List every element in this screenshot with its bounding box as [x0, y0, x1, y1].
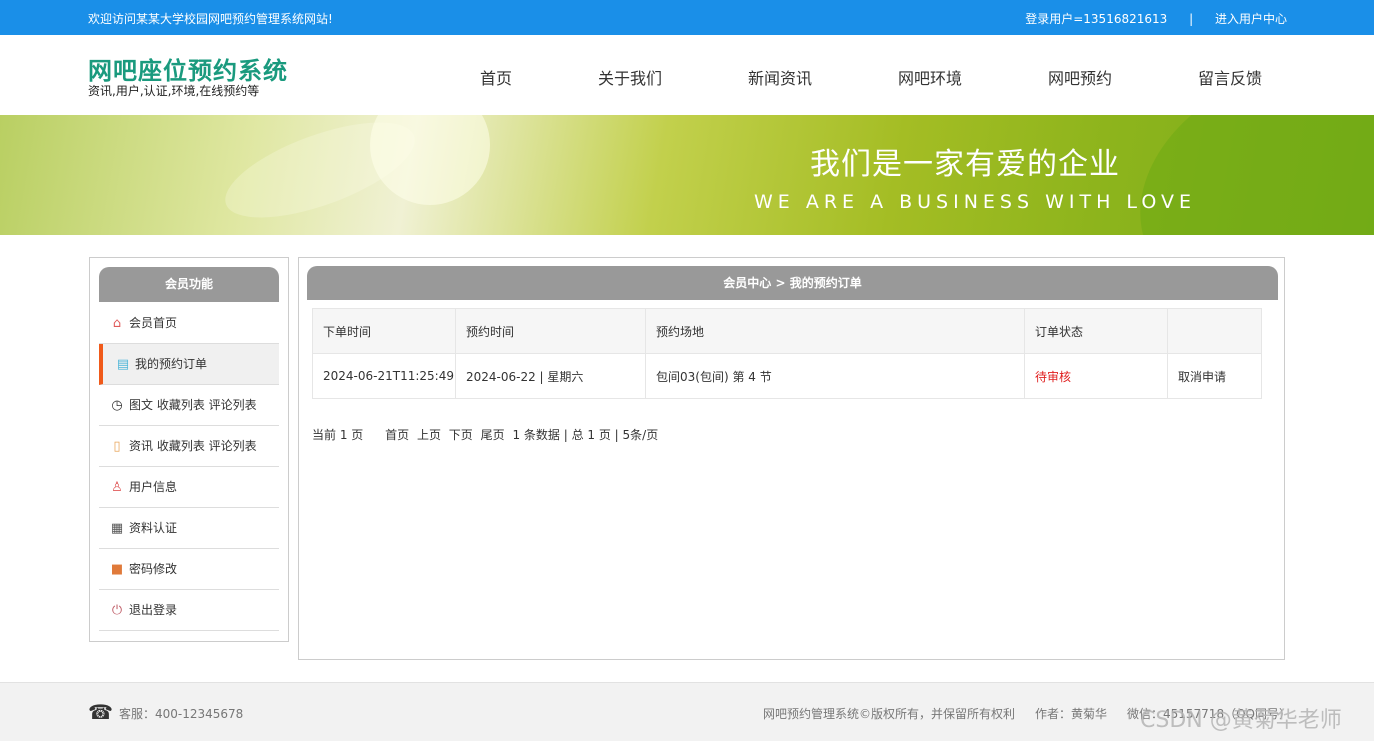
cancel-request-link[interactable]: 取消申请 — [1167, 353, 1262, 399]
pager-summary: 1 条数据 | 总 1 页 | 5条/页 — [512, 428, 659, 442]
sidebar-item-article-collections[interactable]: ◷ 图文 收藏列表 评论列表 — [99, 385, 279, 426]
nav-news[interactable]: 新闻资讯 — [748, 65, 812, 89]
table-header-row: 下单时间 预约时间 预约场地 订单状态 — [312, 308, 1262, 354]
venue-cell: 包间03(包间) 第 4 节 — [645, 353, 1025, 399]
top-right: 登录用户=13516821613 | 进入用户中心 — [1025, 10, 1287, 27]
sidebar-item-member-home[interactable]: ⌂ 会员首页 — [99, 303, 279, 344]
next-page-link[interactable]: 下页 — [449, 428, 473, 442]
lock-icon: ■ — [110, 562, 124, 577]
banner: 我们是一家有爱的企业 WE ARE A BUSINESS WITH LOVE — [0, 115, 1374, 235]
welcome-text: 欢迎访问某某大学校园网吧预约管理系统网站! — [88, 12, 333, 26]
last-page-link[interactable]: 尾页 — [481, 428, 505, 442]
service-phone: 客服：400-12345678 — [119, 707, 244, 721]
orders-table: 下单时间 预约时间 预约场地 订单状态 2024-06-21T11:25:49 … — [312, 308, 1262, 399]
grid-icon: ▦ — [110, 521, 124, 536]
sidebar-item-label: 图文 收藏列表 评论列表 — [129, 398, 257, 412]
document-icon: ▯ — [113, 439, 121, 454]
sidebar-title: 会员功能 — [99, 267, 279, 302]
pagination: 当前 1 页 首页 上页 下页 尾页 1 条数据 | 总 1 页 | 5条/页 — [312, 426, 662, 443]
first-page-link[interactable]: 首页 — [385, 428, 409, 442]
header: 网吧座位预约系统 资讯,用户,认证,环境,在线预约等 首页 关于我们 新闻资讯 … — [0, 35, 1374, 115]
sidebar-item-label: 退出登录 — [129, 603, 178, 617]
prev-page-link[interactable]: 上页 — [417, 428, 441, 442]
nav-booking[interactable]: 网吧预约 — [1048, 65, 1112, 89]
main-panel: 会员中心 > 我的预约订单 下单时间 预约时间 预约场地 订单状态 2024-0… — [298, 257, 1285, 660]
order-time-cell: 2024-06-21T11:25:49 — [312, 353, 456, 399]
status-badge: 待审核 — [1024, 353, 1168, 399]
separator: | — [1189, 12, 1194, 26]
sidebar-item-label: 我的预约订单 — [135, 357, 208, 371]
phone-icon: ☎ — [88, 700, 113, 724]
column-header — [1167, 308, 1262, 354]
column-header: 预约时间 — [455, 308, 646, 354]
watermark: CSDN @黄菊华老师 — [1140, 708, 1342, 733]
column-header: 预约场地 — [645, 308, 1025, 354]
banner-slogan-en: WE ARE A BUSINESS WITH LOVE — [754, 191, 1196, 213]
power-icon: ⏻ — [111, 603, 123, 618]
banner-bokeh — [370, 115, 490, 205]
banner-slogan-cn: 我们是一家有爱的企业 — [810, 147, 1120, 182]
nav-feedback[interactable]: 留言反馈 — [1198, 65, 1262, 89]
sidebar-item-logout[interactable]: ⏻ 退出登录 — [99, 590, 279, 631]
sidebar-item-verification[interactable]: ▦ 资料认证 — [99, 508, 279, 549]
nav-about[interactable]: 关于我们 — [598, 65, 662, 89]
sidebar-item-label: 资讯 收藏列表 评论列表 — [129, 439, 257, 453]
site-title[interactable]: 网吧座位预约系统 — [88, 51, 288, 86]
clipboard-icon: ▤ — [116, 357, 130, 372]
column-header: 下单时间 — [312, 308, 456, 354]
member-sidebar: 会员功能 ⌂ 会员首页 ▤ 我的预约订单 ◷ 图文 收藏列表 评论列表 ▯ 资讯 收藏列… — [89, 257, 289, 642]
copyright: 网吧预约管理系统©版权所有，并保留所有权利 — [763, 707, 1016, 721]
login-user-link[interactable]: 登录用户=13516821613 — [1025, 12, 1167, 26]
sidebar-item-label: 资料认证 — [129, 521, 178, 535]
user-center-link[interactable]: 进入用户中心 — [1215, 12, 1287, 26]
sidebar-item-change-password[interactable]: ■ 密码修改 — [99, 549, 279, 590]
sidebar-item-my-orders[interactable]: ▤ 我的预约订单 — [99, 344, 279, 385]
booking-time-cell: 2024-06-22 | 星期六 — [455, 353, 646, 399]
site-subtitle: 资讯,用户,认证,环境,在线预约等 — [88, 84, 260, 98]
home-icon: ⌂ — [112, 316, 122, 331]
sidebar-item-label: 会员首页 — [129, 316, 178, 330]
sidebar-item-label: 用户信息 — [129, 480, 178, 494]
author: 作者：黄菊华 — [1035, 707, 1108, 721]
nav-environment[interactable]: 网吧环境 — [898, 65, 962, 89]
nav-home[interactable]: 首页 — [480, 65, 512, 89]
column-header: 订单状态 — [1024, 308, 1168, 354]
banner-leaf — [1101, 115, 1374, 235]
table-row: 2024-06-21T11:25:49 2024-06-22 | 星期六 包间0… — [312, 353, 1262, 399]
sidebar-item-news-collections[interactable]: ▯ 资讯 收藏列表 评论列表 — [99, 426, 279, 467]
sidebar-item-label: 密码修改 — [129, 562, 178, 576]
sidebar-item-user-info[interactable]: ♙ 用户信息 — [99, 467, 279, 508]
breadcrumb: 会员中心 > 我的预约订单 — [307, 266, 1278, 300]
clock-icon: ◷ — [111, 398, 123, 413]
user-icon: ♙ — [111, 480, 123, 495]
top-bar: 欢迎访问某某大学校园网吧预约管理系统网站! 登录用户=13516821613 |… — [0, 0, 1374, 35]
current-page-text: 当前 1 页 — [312, 428, 364, 442]
